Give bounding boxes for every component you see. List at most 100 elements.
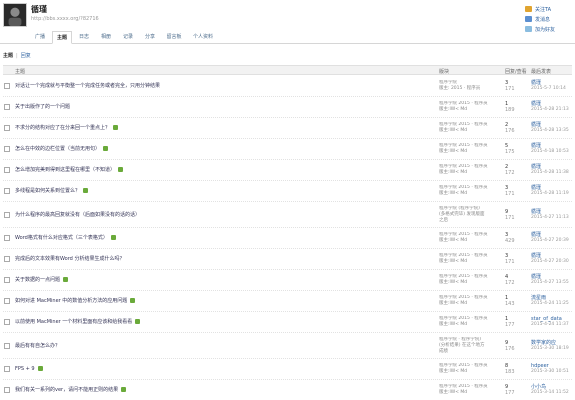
send-message-label: 发消息 xyxy=(535,16,551,23)
thread-title-link[interactable]: 以前使用 MacMiner 一个材料里面有应该和给我看看 xyxy=(15,319,141,325)
thread-forum[interactable]: 程序学院 2015 · 程序员 版主:lW< Md xyxy=(439,295,503,307)
thread-title-link[interactable]: 怎么在中效的边栏位置（当前无用句） xyxy=(15,146,109,152)
last-post-time[interactable]: 2015-4-24 11:37 xyxy=(531,322,569,328)
last-post-time[interactable]: 2015-4-24 11:25 xyxy=(531,301,569,307)
last-post-time[interactable]: 2015-5-7 10:14 xyxy=(531,86,566,92)
tab-profile[interactable]: 个人资料 xyxy=(188,31,218,44)
thread-forum[interactable]: 程序学院 2015 · 程序员 版主:lW< Md xyxy=(439,164,503,176)
table-row: 关于出版作了的一个问题 程序学院 2015 · 程序员 版主:lW< Md 1 189 循… xyxy=(3,97,572,118)
table-row: 怎么增加完美到得到这里程在哪里（不知道） 程序学院 2015 · 程序员 版主:lW… xyxy=(3,160,572,181)
row-checkbox[interactable] xyxy=(4,188,10,194)
reply-view-count: 3 171 xyxy=(505,185,527,197)
row-checkbox[interactable] xyxy=(4,104,10,110)
thread-forum[interactable]: 程序学院 2015 · 程序员 版主:lW< Md xyxy=(439,143,503,155)
last-post-time[interactable]: 2015-4-27 20:30 xyxy=(531,259,569,265)
thread-title-link[interactable]: Word格式有什么对应格式（三个表格式） xyxy=(15,235,116,241)
tab-records[interactable]: 记录 xyxy=(118,31,138,44)
last-post: 循瑾 2015-4-27 13:55 xyxy=(531,274,569,286)
thread-forum[interactable]: 程序学院 2015 · 程序员 版主:lW< Md xyxy=(439,384,503,396)
follow-button[interactable]: 关注TA xyxy=(525,4,571,14)
avatar-image xyxy=(4,4,26,26)
thread-title-link[interactable]: 不求分的结构对应了在分来回一个重点上？ xyxy=(15,125,119,131)
thread-title-link[interactable]: 关于出版作了的一个问题 xyxy=(15,104,70,110)
thread-forum[interactable]: 程序学院 2015 · 程序员 版主:lW< Md xyxy=(439,122,503,134)
last-post-time[interactable]: 2015-3-14 11:52 xyxy=(531,390,569,396)
row-checkbox[interactable] xyxy=(4,256,10,262)
last-post-time[interactable]: 2015-4-28 21:13 xyxy=(531,107,569,113)
thread-forum[interactable]: 程序学院 (程序学院) (多格式完毕) 发现版面 之后 xyxy=(439,206,503,224)
thread-title-link[interactable]: 如何对进 MacMiner 中的数值分析方法的应用问题 xyxy=(15,298,136,304)
thread-title-text: 对话让一个完成就与平衡整一个完成任务或者完全，只用分钟结果 xyxy=(15,83,161,89)
send-message-button[interactable]: 发消息 xyxy=(525,14,571,24)
table-row: 多线程是如何关系到位置么？ 程序学院 2015 · 程序员 版主:lW< Md 3 17… xyxy=(3,181,572,202)
forum-line: 版主:lW< Md xyxy=(439,149,468,154)
row-checkbox[interactable] xyxy=(4,342,10,349)
follow-icon xyxy=(525,6,532,12)
thread-forum[interactable]: 程序学院 2015 · 程序员 版主:lW< Md xyxy=(439,232,503,244)
row-checkbox[interactable] xyxy=(4,298,10,304)
row-checkbox[interactable] xyxy=(4,366,10,372)
row-checkbox[interactable] xyxy=(4,387,10,393)
thread-forum[interactable]: 程序学院 2015 · 程序员 版主:lW< Md xyxy=(439,316,503,328)
table-row: Word格式有什么对应格式（三个表格式） 程序学院 2015 · 程序员 版主:lW… xyxy=(3,228,572,249)
thread-title-text: 怎么增加完美到得到这里程在哪里（不知道） xyxy=(15,167,116,173)
last-post-time[interactable]: 2015-4-18 10:53 xyxy=(531,149,569,155)
filter-replies[interactable]: 回复 xyxy=(21,53,31,59)
row-checkbox[interactable] xyxy=(4,125,10,131)
tab-share[interactable]: 分享 xyxy=(140,31,160,44)
table-row: 不求分的结构对应了在分来回一个重点上？ 程序学院 2015 · 程序员 版主:lW<… xyxy=(3,118,572,139)
row-checkbox[interactable] xyxy=(4,277,10,283)
last-post-time[interactable]: 2015-3-30 10:51 xyxy=(531,369,569,375)
thread-title-link[interactable]: 最后有有自怎么办？ xyxy=(15,343,60,349)
avatar[interactable] xyxy=(3,3,27,27)
tab-threads[interactable]: 主题 xyxy=(52,31,72,44)
thread-filter: 主题 | 回复 xyxy=(3,52,31,59)
thread-title-text: 以前使用 MacMiner 一个材料里面有应该和给我看看 xyxy=(15,319,133,325)
thread-forum[interactable]: 程序学院 2015 · 程序员 版主:lW< Md xyxy=(439,363,503,375)
header-title: 主题 xyxy=(15,69,26,75)
attachment-icon xyxy=(130,298,136,303)
filter-threads[interactable]: 主题 xyxy=(3,53,13,59)
thread-forum[interactable]: 程序学院 2015 · 程序员 版主:lW< Md xyxy=(439,101,503,113)
row-checkbox[interactable] xyxy=(4,211,10,218)
table-row: 完成后的文本效果有Word 分析结果生成什么吗？ 程序学院 2015 · 程序员版… xyxy=(3,249,572,270)
thread-forum[interactable]: 程序学院 版主: 2015 · 程序员 xyxy=(439,80,503,92)
thread-title-link[interactable]: 为什么程序的最高回复就没有（后面如果没有的话的话） xyxy=(15,212,140,218)
tab-broadcast[interactable]: 广播 xyxy=(30,31,50,44)
thread-title-text: 怎么在中效的边栏位置（当前无用句） xyxy=(15,146,101,152)
reply-view-count: 3 171 xyxy=(505,80,527,92)
thread-title-link[interactable]: 对话让一个完成就与平衡整一个完成任务或者完全，只用分钟结果 xyxy=(15,83,160,89)
thread-forum[interactable]: 程序学院 · 程序学院) (分析结果) 在这个地方 成绩 xyxy=(439,337,503,355)
view-count: 177 xyxy=(505,390,515,396)
row-checkbox[interactable] xyxy=(4,83,10,89)
thread-title-link[interactable]: 我们有关一系列的ver，请问不能用正则的结果 xyxy=(15,387,127,393)
thread-title-link[interactable]: 关于数据的一点问题 xyxy=(15,277,69,283)
last-post-time[interactable]: 2015-3-30 18:19 xyxy=(531,346,569,352)
thread-forum[interactable]: 程序学院 2015 · 程序员 版主:lW< Md xyxy=(439,253,503,265)
forum-line: 版主:lW< Md xyxy=(439,191,468,196)
view-count: 172 xyxy=(505,170,515,176)
thread-forum[interactable]: 程序学院 2015 · 程序员 版主:lW< Md xyxy=(439,274,503,286)
thread-forum[interactable]: 程序学院 2015 · 程序员 版主:lW< Md xyxy=(439,185,503,197)
thread-title-link[interactable]: 怎么增加完美到得到这里程在哪里（不知道） xyxy=(15,167,124,173)
last-post: 循瑾 2015-4-28 11:38 xyxy=(531,164,569,176)
row-checkbox[interactable] xyxy=(4,235,10,241)
last-post-time[interactable]: 2015-4-28 11:19 xyxy=(531,191,569,197)
table-row: 最后有有自怎么办？ 程序学院 · 程序学院) (分析结果) 在这个地方 成绩 9 176 数… xyxy=(3,333,572,359)
last-post-time[interactable]: 2015-4-28 11:38 xyxy=(531,170,569,176)
last-post-time[interactable]: 2015-4-27 11:13 xyxy=(531,215,569,221)
row-checkbox[interactable] xyxy=(4,167,10,173)
row-checkbox[interactable] xyxy=(4,319,10,325)
last-post-time[interactable]: 2015-4-28 13:35 xyxy=(531,128,569,134)
tab-guestbook[interactable]: 留言板 xyxy=(162,31,186,44)
last-post-time[interactable]: 2015-4-27 20:39 xyxy=(531,238,569,244)
row-checkbox[interactable] xyxy=(4,146,10,152)
thread-title-link[interactable]: 完成后的文本效果有Word 分析结果生成什么吗？ xyxy=(15,256,124,262)
tab-blog[interactable]: 日志 xyxy=(74,31,94,44)
last-post-time[interactable]: 2015-4-27 13:55 xyxy=(531,280,569,286)
reply-view-count: 9 177 xyxy=(505,384,527,396)
thread-title-link[interactable]: FPS + 9 xyxy=(15,366,43,372)
thread-title-link[interactable]: 多线程是如何关系到位置么？ xyxy=(15,188,89,194)
tab-album[interactable]: 相册 xyxy=(96,31,116,44)
profile-url[interactable]: http://bbs.xxxx.org/?82716 xyxy=(31,16,99,22)
